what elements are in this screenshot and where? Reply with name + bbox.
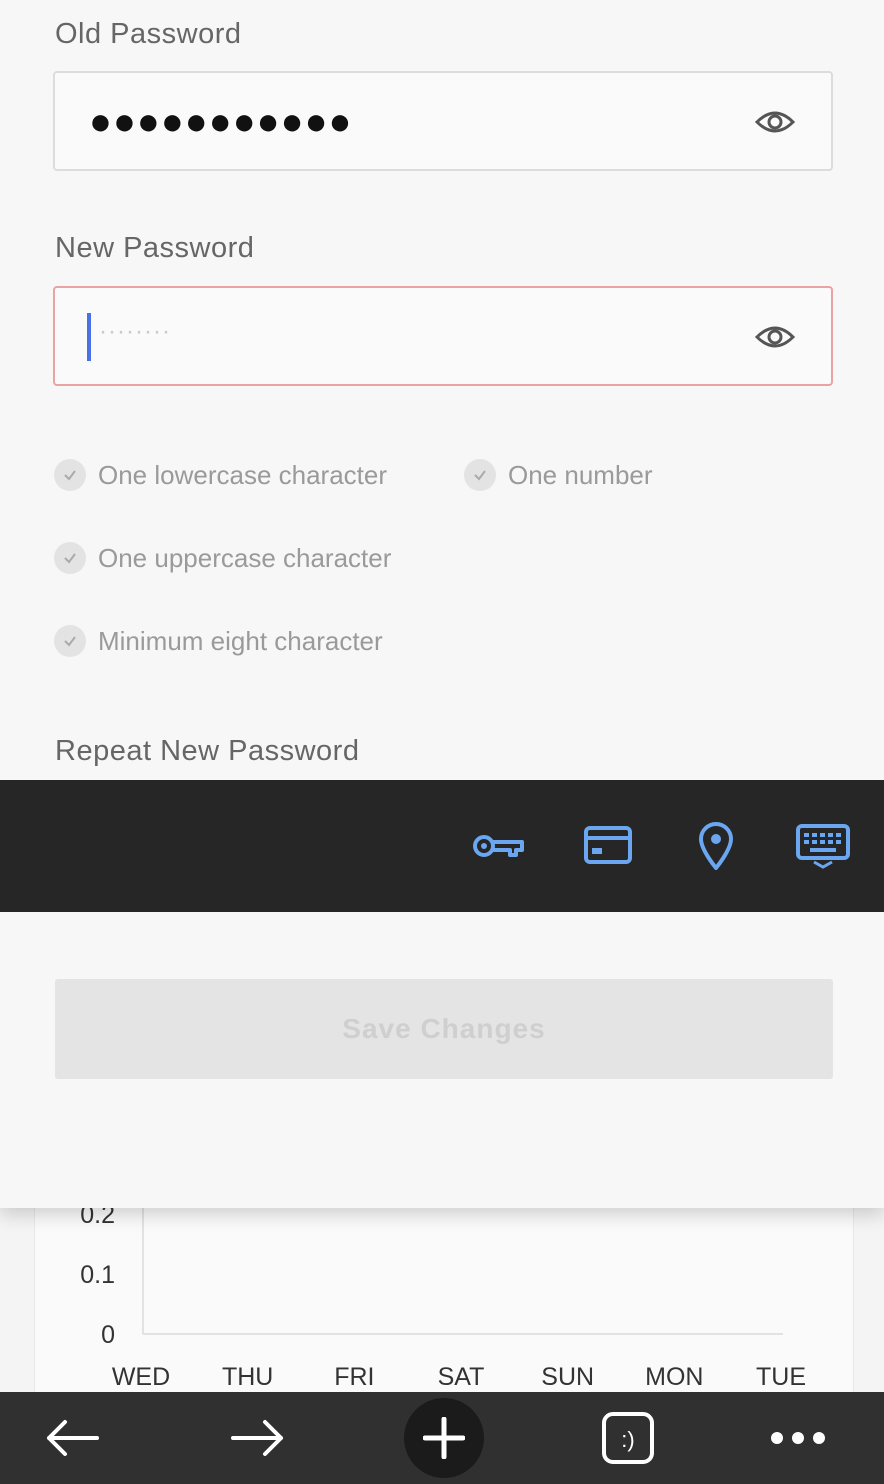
rule-text: One number [508, 459, 653, 490]
y-tick-label: 0.1 [80, 1261, 115, 1289]
background-chart: 0 0.1 0.2 WED THU FRI SAT SUN MON TUE [34, 1180, 854, 1400]
new-password-label: New Password [55, 232, 255, 264]
new-password-placeholder: ········ [99, 318, 171, 345]
eye-icon[interactable] [755, 107, 795, 137]
rule-text: One uppercase character [98, 542, 392, 573]
new-tab-button[interactable] [402, 1392, 486, 1484]
rule-uppercase: One uppercase character [54, 542, 391, 574]
x-tick-label: TUE [756, 1363, 806, 1391]
repeat-password-label: Repeat New Password [55, 735, 360, 767]
check-icon [54, 459, 86, 491]
forward-arrow-icon [231, 1420, 283, 1456]
tab-switcher-button[interactable]: :) [586, 1392, 670, 1484]
autofill-bar [0, 780, 884, 912]
forward-button[interactable] [216, 1392, 300, 1484]
eye-icon[interactable] [755, 322, 795, 352]
back-arrow-icon [47, 1420, 99, 1456]
chart-canvas: 00.10.2WED THU FRI SAT SUN MON TUE [80, 1180, 806, 1391]
old-password-field[interactable]: ●●●●●●●●●●● [53, 71, 833, 171]
x-tick-label: FRI [334, 1363, 374, 1391]
back-button[interactable] [30, 1392, 114, 1484]
key-icon[interactable] [472, 828, 526, 864]
save-changes-button[interactable]: Save Changes [55, 979, 833, 1079]
browser-toolbar: :) [0, 1392, 884, 1484]
check-icon [54, 625, 86, 657]
rule-text: One lowercase character [98, 459, 388, 490]
rule-lowercase: One lowercase character [54, 459, 387, 491]
x-tick-label: THU [222, 1363, 273, 1391]
more-menu-button[interactable] [756, 1392, 840, 1484]
x-tick-label: SAT [438, 1363, 485, 1391]
more-menu-icon [771, 1432, 825, 1444]
y-tick-label: 0 [101, 1321, 115, 1349]
rule-min-length: Minimum eight character [54, 625, 383, 657]
check-icon [54, 542, 86, 574]
credit-card-icon[interactable] [584, 826, 632, 864]
location-pin-icon[interactable] [698, 822, 734, 870]
tab-switcher-label: :) [621, 1427, 634, 1452]
change-password-sheet: Old Password ●●●●●●●●●●● New Password ··… [0, 0, 884, 1208]
new-tab-plus-icon [423, 1417, 465, 1459]
rule-number: One number [464, 459, 653, 491]
tabs-switcher-icon: :) [602, 1412, 654, 1464]
old-password-value: ●●●●●●●●●●● [89, 101, 353, 143]
x-tick-label: SUN [541, 1363, 594, 1391]
new-password-field[interactable]: ········ [53, 286, 833, 386]
rule-text: Minimum eight character [98, 625, 383, 656]
x-tick-label: MON [645, 1363, 703, 1391]
x-tick-label: WED [112, 1363, 170, 1391]
keyboard-icon[interactable] [796, 824, 850, 870]
check-icon [464, 459, 496, 491]
text-caret [87, 313, 91, 361]
old-password-label: Old Password [55, 18, 242, 50]
